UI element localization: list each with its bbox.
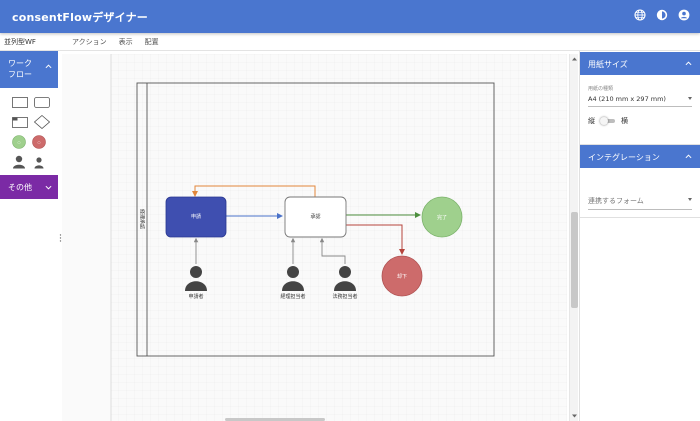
theme-icon[interactable]	[656, 9, 668, 21]
other-section-header[interactable]: その他	[0, 175, 58, 199]
actor-applicant[interactable]	[185, 266, 207, 291]
landscape-label: 横	[621, 117, 628, 125]
chevron-down-icon	[45, 185, 52, 190]
scroll-down-icon[interactable]	[571, 413, 578, 419]
edge-legal-to-approve[interactable]	[319, 237, 346, 264]
dropdown-caret-icon	[688, 97, 692, 100]
properties-panel: 用紙サイズ 用紙の種類 A4 (210 mm x 297 mm) 縦 横 インテ…	[579, 51, 700, 421]
edge-approve-to-reject[interactable]	[346, 224, 405, 255]
actor-accounting[interactable]	[282, 266, 304, 291]
node-apply-label: 申請	[190, 214, 201, 220]
dropdown-caret-icon	[688, 198, 692, 201]
form-select-placeholder: 連携するフォーム	[588, 197, 644, 205]
menu-view[interactable]: 表示	[119, 37, 133, 47]
account-icon[interactable]	[678, 9, 690, 21]
diagram-svg	[136, 82, 495, 357]
actor-applicant-label: 申請者	[188, 294, 204, 300]
toggle-knob	[600, 117, 608, 125]
orientation-row: 縦 横	[588, 116, 692, 126]
rounded-rectangle-shape[interactable]	[34, 96, 50, 108]
orientation-toggle[interactable]	[600, 117, 616, 125]
tab-rectangle-shape[interactable]	[12, 116, 28, 128]
other-label: その他	[8, 183, 32, 192]
node-reject-label: 却下	[396, 274, 407, 280]
paper-type-label: 用紙の種類	[588, 86, 614, 92]
canvas-vertical-scrollbar[interactable]	[569, 54, 578, 421]
node-approve-label: 承認	[310, 214, 321, 220]
person-shape[interactable]	[12, 155, 26, 169]
paper-size-header[interactable]: 用紙サイズ	[580, 52, 700, 75]
integration-header[interactable]: インテグレーション	[580, 145, 700, 168]
diagram-canvas[interactable]: 経理承認 申請 承認 完了 却下 申請者 経理担当者 法務担当者	[62, 54, 567, 421]
node-done-label: 完了	[436, 215, 447, 221]
vertical-scroll-thumb[interactable]	[571, 212, 578, 308]
menu-bar: 並列型WF アクション 表示 配置	[0, 33, 700, 51]
svg-text:○: ○	[37, 141, 40, 145]
svg-text:○: ○	[17, 141, 20, 145]
app-bar-actions	[634, 9, 690, 21]
shape-palette: ワーク フロー ○ ○ その他	[0, 51, 58, 421]
chevron-up-icon	[685, 61, 692, 66]
red-circle-shape[interactable]: ○	[32, 135, 46, 149]
app-title: consentFlowデザイナー	[12, 10, 148, 24]
portrait-label: 縦	[588, 117, 595, 125]
paper-type-select[interactable]: A4 (210 mm x 297 mm)	[588, 95, 692, 107]
menu-action[interactable]: アクション	[72, 37, 107, 47]
workflow-label-line2: フロー	[8, 70, 32, 79]
form-select[interactable]: 連携するフォーム	[588, 196, 692, 210]
workflow-section-header[interactable]: ワーク フロー	[0, 51, 58, 88]
chevron-up-icon	[685, 154, 692, 159]
actor-accounting-label: 経理担当者	[280, 294, 306, 300]
app-bar: consentFlowデザイナー	[0, 0, 700, 33]
integration-title: インテグレーション	[588, 153, 660, 162]
menu-arrange[interactable]: 配置	[145, 37, 159, 47]
document-name: 並列型WF	[4, 37, 36, 46]
globe-icon[interactable]	[634, 9, 646, 21]
scroll-up-icon[interactable]	[571, 56, 578, 62]
actor-legal[interactable]	[334, 266, 356, 291]
paper-size-title: 用紙サイズ	[588, 60, 628, 69]
diamond-shape[interactable]	[34, 115, 50, 129]
shape-list: ○ ○	[0, 88, 58, 169]
green-circle-shape[interactable]: ○	[12, 135, 26, 149]
chevron-up-icon	[45, 64, 52, 69]
paper-size-section: 用紙の種類 A4 (210 mm x 297 mm) 縦 横	[580, 75, 700, 145]
app-root: consentFlowデザイナー 並列型WF アクション 表示 配置 ワーク フ…	[0, 0, 700, 421]
paper-type-value: A4 (210 mm x 297 mm)	[588, 95, 666, 103]
person-small-shape[interactable]	[32, 155, 46, 169]
integration-section: 連携するフォーム	[580, 168, 700, 218]
actor-legal-label: 法務担当者	[332, 294, 358, 300]
swimlane-label: 経理承認	[138, 208, 145, 230]
rectangle-shape[interactable]	[12, 96, 28, 108]
